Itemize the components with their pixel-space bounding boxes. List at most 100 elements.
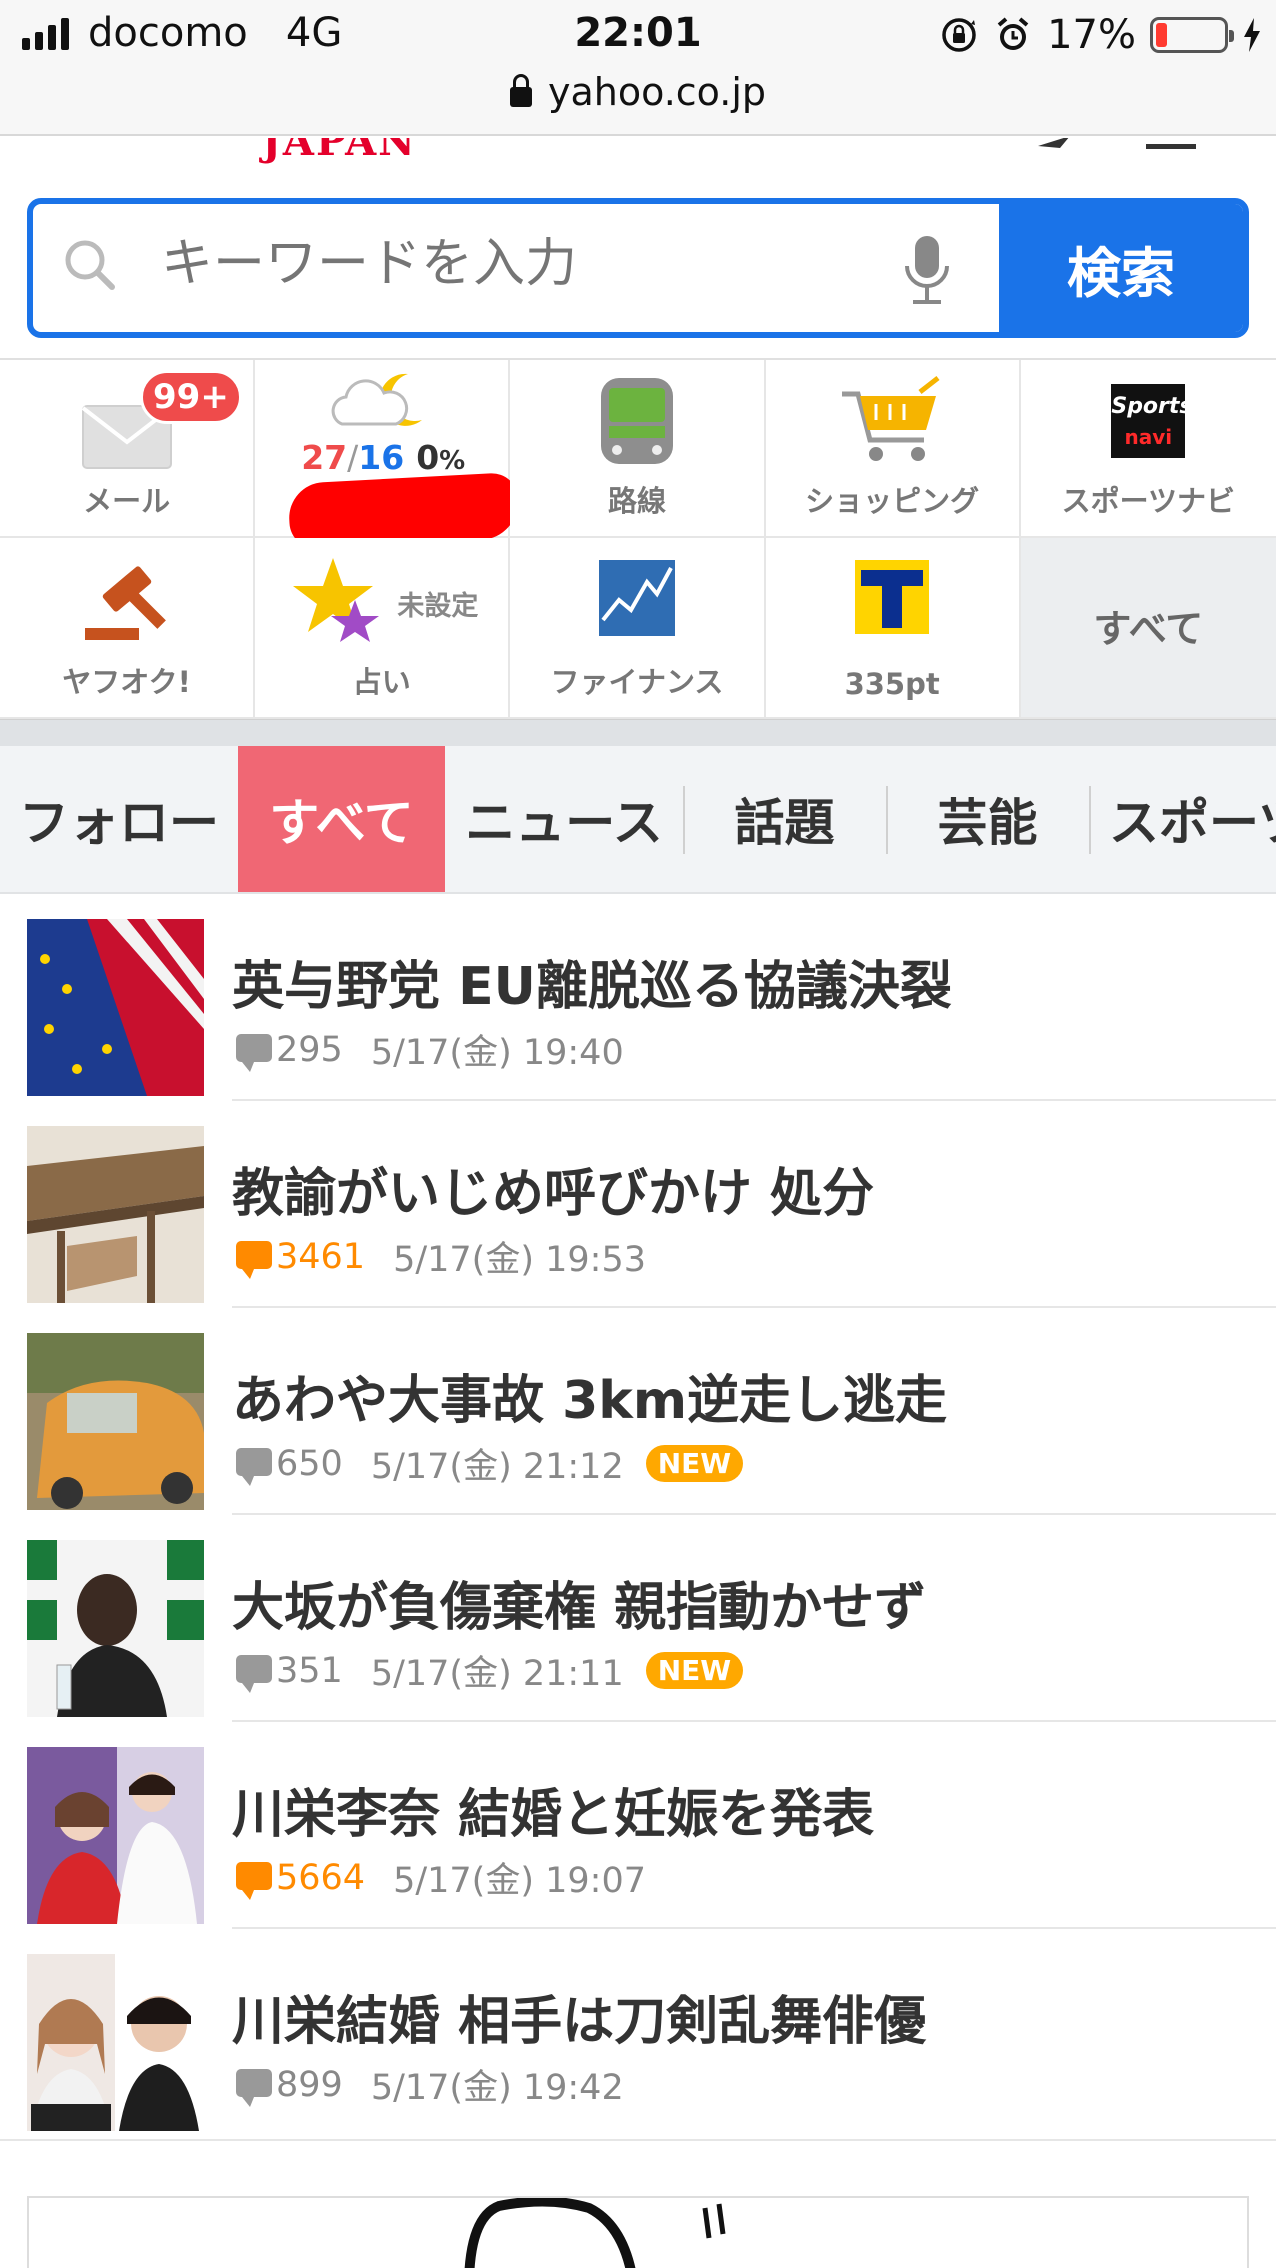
service-tpoint[interactable]: 335pt (765, 538, 1021, 719)
news-thumbnail (27, 1540, 204, 1717)
alarm-icon (993, 15, 1033, 55)
status-right: 17% (939, 12, 1262, 58)
status-bar: docomo 4G 22:01 17% yahoo.co.jp (0, 0, 1276, 136)
service-label: 占い (352, 665, 411, 699)
news-thumbnail (27, 1747, 204, 1924)
gavel-icon (84, 566, 166, 640)
tab-follow[interactable]: フォロー (0, 746, 238, 892)
header-right-icons[interactable] (1030, 138, 1210, 154)
new-badge: NEW (645, 1445, 744, 1482)
new-badge: NEW (645, 1652, 744, 1689)
url-text: yahoo.co.jp (548, 70, 766, 114)
tab-news[interactable]: ニュース (445, 746, 683, 892)
weather-readout: 27/16 0% (301, 438, 465, 477)
url-bar[interactable]: yahoo.co.jp (0, 70, 1276, 114)
news-thumbnail (27, 1333, 204, 1510)
tab-all[interactable]: すべて (238, 746, 445, 892)
tpoint-icon (855, 560, 930, 634)
news-title: 大坂が負傷棄権 親指動かせず (232, 1578, 927, 1638)
service-finance[interactable]: ファイナンス (510, 538, 766, 719)
news-date: 5/17(金) 19:07 (393, 1861, 646, 1901)
news-meta: 3461 5/17(金) 19:53 (236, 1231, 646, 1282)
news-item[interactable]: あわや大事故 3km逆走し逃走 650 5/17(金) 21:12 NEW (0, 1308, 1276, 1515)
section-divider (0, 720, 1276, 746)
service-fortune[interactable]: 未設定 占い (255, 538, 511, 719)
comment-count: 899 (276, 2064, 343, 2105)
news-date: 5/17(金) 19:40 (370, 1033, 624, 1073)
service-mail[interactable]: 99+ メール (0, 360, 256, 538)
comment-count: 650 (276, 1443, 343, 1484)
news-meta: 5664 5/17(金) 19:07 (236, 1852, 646, 1903)
comment-icon (236, 1033, 272, 1072)
service-auction[interactable]: ヤフオク! (0, 538, 256, 719)
comment-icon (236, 2068, 272, 2107)
tab-entertainment[interactable]: 芸能 (886, 746, 1089, 892)
news-title: 川栄結婚 相手は刀剣乱舞俳優 (232, 1992, 927, 2052)
illustration-art (464, 2198, 726, 2268)
service-shopping[interactable]: ショッピング (765, 360, 1021, 538)
charging-icon (1242, 15, 1262, 55)
service-sportsnavi[interactable]: Sports navi スポーツナビ (1020, 360, 1276, 538)
all-services-label: すべて (1093, 607, 1204, 651)
finance-chart-icon (598, 560, 675, 636)
mail-badge: 99+ (140, 370, 242, 424)
tab-sports[interactable]: スポーツ (1089, 746, 1276, 892)
yahoo-japan-logo[interactable]: JAPAN (262, 138, 417, 165)
news-list: 英与野党 EU離脱巡る協議決裂 295 5/17(金) 19:40 教諭がいじめ… (0, 894, 1276, 2141)
news-item[interactable]: 教諭がいじめ呼びかけ 処分 3461 5/17(金) 19:53 (0, 1101, 1276, 1308)
news-meta: 351 5/17(金) 21:11 NEW (236, 1645, 744, 1696)
cloudy-moon-icon (331, 373, 422, 426)
comment-icon (236, 1654, 272, 1693)
news-item[interactable]: 大坂が負傷棄権 親指動かせず 351 5/17(金) 21:11 NEW (0, 1515, 1276, 1722)
lock-icon (510, 74, 532, 107)
promo-card[interactable] (27, 2196, 1249, 2268)
sportsnavi-logo: Sports navi (1111, 384, 1193, 458)
news-title: あわや大事故 3km逆走し逃走 (232, 1371, 948, 1431)
service-label: スポーツナビ (1061, 484, 1236, 518)
microphone-icon[interactable] (899, 232, 955, 312)
comment-count: 295 (276, 1029, 343, 1070)
search-button[interactable]: 検索 (999, 204, 1243, 332)
service-label: 335pt (844, 667, 940, 701)
news-title: 英与野党 EU離脱巡る協議決裂 (232, 957, 952, 1017)
battery-percent: 17% (1047, 12, 1136, 58)
news-meta: 650 5/17(金) 21:12 NEW (236, 1438, 744, 1489)
news-date: 5/17(金) 21:11 (370, 1654, 624, 1694)
news-date: 5/17(金) 21:12 (370, 1447, 624, 1487)
temp-high: 27 (301, 438, 348, 477)
news-date: 5/17(金) 19:42 (370, 2068, 624, 2108)
news-thumbnail (27, 1126, 204, 1303)
news-meta: 899 5/17(金) 19:42 (236, 2059, 624, 2110)
service-route[interactable]: 路線 (510, 360, 766, 538)
service-label: ショッピング (805, 484, 980, 518)
sportsnavi-logo-bottom: navi (1124, 425, 1173, 449)
news-item[interactable]: 川栄李奈 結婚と妊娠を発表 5664 5/17(金) 19:07 (0, 1722, 1276, 1929)
temp-low: 16 (358, 438, 405, 477)
comment-count: 5664 (276, 1857, 366, 1898)
battery-icon (1150, 17, 1234, 53)
comment-count: 3461 (276, 1236, 366, 1277)
tab-topics[interactable]: 話題 (683, 746, 886, 892)
service-label: メール (83, 484, 171, 518)
service-weather[interactable]: 27/16 0% (255, 360, 521, 550)
train-icon (600, 378, 673, 464)
news-tabs: フォロー すべて ニュース 話題 芸能 スポーツ (0, 746, 1276, 894)
header: JAPAN (0, 138, 1276, 198)
comment-icon (236, 1447, 272, 1486)
service-label: 路線 (607, 484, 666, 518)
search-bar: 検索 (27, 198, 1249, 338)
service-grid: 99+ メール 27/16 0% 路線 ショッピング Sports navi スポ… (0, 358, 1276, 720)
news-item[interactable]: 川栄結婚 相手は刀剣乱舞俳優 899 5/17(金) 19:42 (0, 1929, 1276, 2141)
news-title: 教諭がいじめ呼びかけ 処分 (232, 1164, 875, 1224)
news-date: 5/17(金) 19:53 (393, 1240, 646, 1280)
stars-icon (293, 558, 380, 642)
search-input[interactable] (161, 234, 881, 294)
service-label: ファイナンス (550, 665, 724, 699)
search-icon (65, 240, 115, 290)
comment-count: 351 (276, 1650, 343, 1691)
service-all[interactable]: すべて (1020, 538, 1276, 719)
sportsnavi-logo-top: Sports (1111, 394, 1193, 419)
news-item[interactable]: 英与野党 EU離脱巡る協議決裂 295 5/17(金) 19:40 (0, 894, 1276, 1101)
comment-icon (236, 1240, 272, 1279)
search-field[interactable] (33, 204, 999, 332)
